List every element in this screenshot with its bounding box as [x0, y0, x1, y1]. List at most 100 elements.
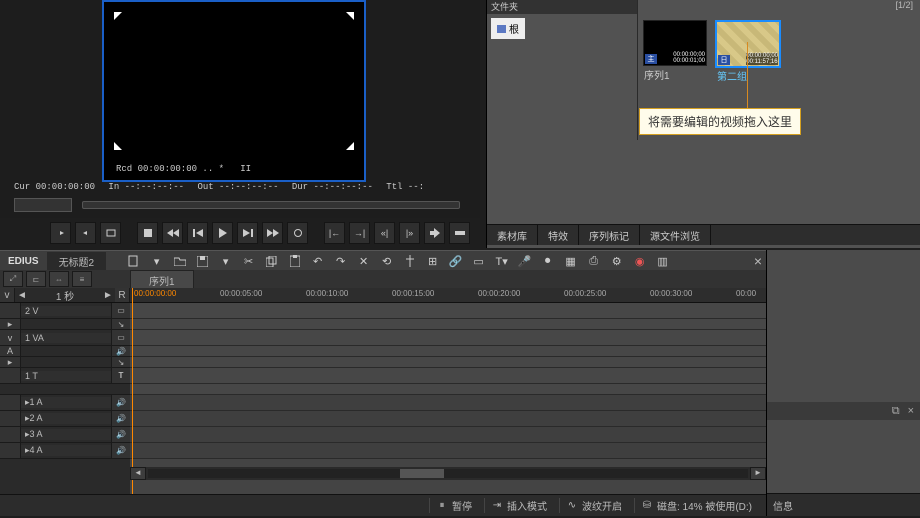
video-icon[interactable]: ▭	[111, 330, 130, 345]
mark-clip-button[interactable]	[100, 222, 121, 244]
close-icon[interactable]: ×	[908, 405, 914, 417]
mark-out-button[interactable]	[75, 222, 96, 244]
timeline-hscroll[interactable]: ◄ ►	[130, 467, 766, 480]
tool-zoom[interactable]: ⤢	[3, 271, 23, 287]
copy-icon[interactable]	[264, 254, 279, 269]
goto-out-button[interactable]: →|	[349, 222, 370, 244]
track-header-a1[interactable]: ▸1 A🔊	[0, 395, 130, 411]
track-a2[interactable]	[130, 411, 766, 427]
voiceover-icon[interactable]: 🎤	[517, 254, 532, 269]
mark-in-button[interactable]	[50, 222, 71, 244]
tool-scale[interactable]: ⇔	[49, 271, 69, 287]
capture-icon[interactable]: ⏺	[540, 254, 555, 269]
track-header-t1[interactable]: 1 TT	[0, 368, 130, 384]
a-toggle-icon[interactable]: R	[115, 288, 130, 302]
fx-icon[interactable]: ↘	[111, 319, 130, 329]
prev-frame-button[interactable]	[187, 222, 208, 244]
razor-icon[interactable]	[402, 254, 417, 269]
mon-out: Out --:--:--:--	[197, 182, 278, 192]
bin-tree-root[interactable]: 根	[491, 18, 525, 39]
speaker-icon[interactable]: 🔊	[111, 443, 130, 458]
shuttle-slider[interactable]	[82, 201, 460, 209]
track-t1[interactable]	[130, 368, 766, 384]
track-area[interactable]: 00:00:00:00 00:00:05:00 00:00:10:00 00:0…	[130, 288, 766, 494]
track-header-a2[interactable]: ▸2 A🔊	[0, 411, 130, 427]
track-header-a3[interactable]: ▸3 A🔊	[0, 427, 130, 443]
track-header-va1[interactable]: v 1 VA ▭	[0, 330, 130, 346]
timescale-inc[interactable]: ►	[101, 290, 115, 301]
undo-icon[interactable]: ↶	[310, 254, 325, 269]
link-icon[interactable]: ⧉	[892, 405, 900, 418]
speaker-icon[interactable]: 🔊	[111, 395, 130, 410]
export-icon[interactable]: ⎙	[586, 254, 601, 269]
tool-snap[interactable]: ⊏	[26, 271, 46, 287]
delete-icon[interactable]: ✕	[356, 254, 371, 269]
loop-button[interactable]	[287, 222, 308, 244]
cut-icon[interactable]: ✂	[241, 254, 256, 269]
timescale-dec[interactable]: ◄	[15, 290, 29, 301]
v-toggle-icon[interactable]: v	[0, 288, 15, 302]
redo-icon[interactable]: ↷	[333, 254, 348, 269]
insert-button[interactable]	[424, 222, 445, 244]
close-panel-button[interactable]: ×	[754, 253, 762, 269]
track-a3[interactable]	[130, 427, 766, 443]
new-icon[interactable]	[126, 254, 141, 269]
track-v2[interactable]	[130, 303, 766, 319]
track-header-v2[interactable]: 2 V ▭	[0, 303, 130, 319]
playhead-icon[interactable]	[132, 288, 133, 494]
layout-icon[interactable]: ▥	[655, 254, 670, 269]
next-frame-button[interactable]	[237, 222, 258, 244]
next-edit-button[interactable]: |»	[399, 222, 420, 244]
color-icon[interactable]: ◉	[632, 254, 647, 269]
play-button[interactable]	[212, 222, 233, 244]
overwrite-button[interactable]	[449, 222, 470, 244]
track-patch-icon[interactable]: v	[0, 330, 21, 345]
track-a1[interactable]	[130, 395, 766, 411]
timescale-label: 1 秒	[29, 288, 101, 303]
tab-source-browser[interactable]: 源文件浏览	[640, 225, 711, 245]
dropdown-icon[interactable]: ▾	[149, 254, 164, 269]
bin-clip-area[interactable]: [1/2] 主 00:00:00;0000:00:01;00 序列1 日 00:…	[639, 0, 920, 140]
settings-icon[interactable]: ⚙	[609, 254, 624, 269]
dropdown-icon[interactable]: ▾	[218, 254, 233, 269]
render-icon[interactable]: ▦	[563, 254, 578, 269]
rewind-button[interactable]	[162, 222, 183, 244]
disk-icon: ⛁	[641, 500, 653, 512]
speaker-icon[interactable]: 🔊	[111, 427, 130, 442]
scroll-thumb[interactable]	[400, 469, 444, 478]
tab-sequence-markers[interactable]: 序列标记	[579, 225, 640, 245]
track-header-a4[interactable]: ▸4 A🔊	[0, 443, 130, 459]
tab-effects[interactable]: 特效	[538, 225, 579, 245]
bin-panel: 文件夹 根 [1/2] 主 00:00:00;0000:00:01;00 序列1…	[486, 0, 920, 248]
audio-patch-icon[interactable]: A	[0, 346, 21, 356]
tool-ripple[interactable]: ≡	[72, 271, 92, 287]
speaker-icon[interactable]: 🔊	[111, 411, 130, 426]
open-icon[interactable]	[172, 254, 187, 269]
jog-box[interactable]	[14, 198, 72, 212]
scroll-right-button[interactable]: ►	[750, 467, 766, 480]
fx-icon[interactable]: ↘	[111, 357, 130, 367]
group-icon[interactable]: ⊞	[425, 254, 440, 269]
scroll-left-button[interactable]: ◄	[130, 467, 146, 480]
ripple-delete-icon[interactable]: ⟲	[379, 254, 394, 269]
prev-edit-button[interactable]: «|	[374, 222, 395, 244]
track-patch-icon[interactable]	[0, 303, 21, 318]
transition-icon[interactable]: ▭	[471, 254, 486, 269]
title-track-icon[interactable]: T	[111, 368, 130, 383]
bin-clip-sequence1[interactable]: 主 00:00:00;0000:00:01;00 序列1	[643, 20, 707, 66]
preview-canvas[interactable]: Rcd 00:00:00:00 .. * II	[102, 0, 366, 182]
video-icon[interactable]: ▭	[111, 303, 130, 318]
track-a4[interactable]	[130, 443, 766, 459]
stop-button[interactable]	[137, 222, 158, 244]
save-icon[interactable]	[195, 254, 210, 269]
track-va1[interactable]	[130, 330, 766, 346]
paste-icon[interactable]	[287, 254, 302, 269]
fast-forward-button[interactable]	[262, 222, 283, 244]
clip-tc: 00:00:00;0000:00:01;00	[673, 52, 705, 64]
goto-in-button[interactable]: |←	[324, 222, 345, 244]
tab-asset-library[interactable]: 素材库	[487, 225, 538, 245]
speaker-icon[interactable]: 🔊	[111, 346, 130, 356]
link-icon[interactable]: 🔗	[448, 254, 463, 269]
title-icon[interactable]: T▾	[494, 254, 509, 269]
time-ruler[interactable]: 00:00:00:00 00:00:05:00 00:00:10:00 00:0…	[130, 288, 766, 303]
